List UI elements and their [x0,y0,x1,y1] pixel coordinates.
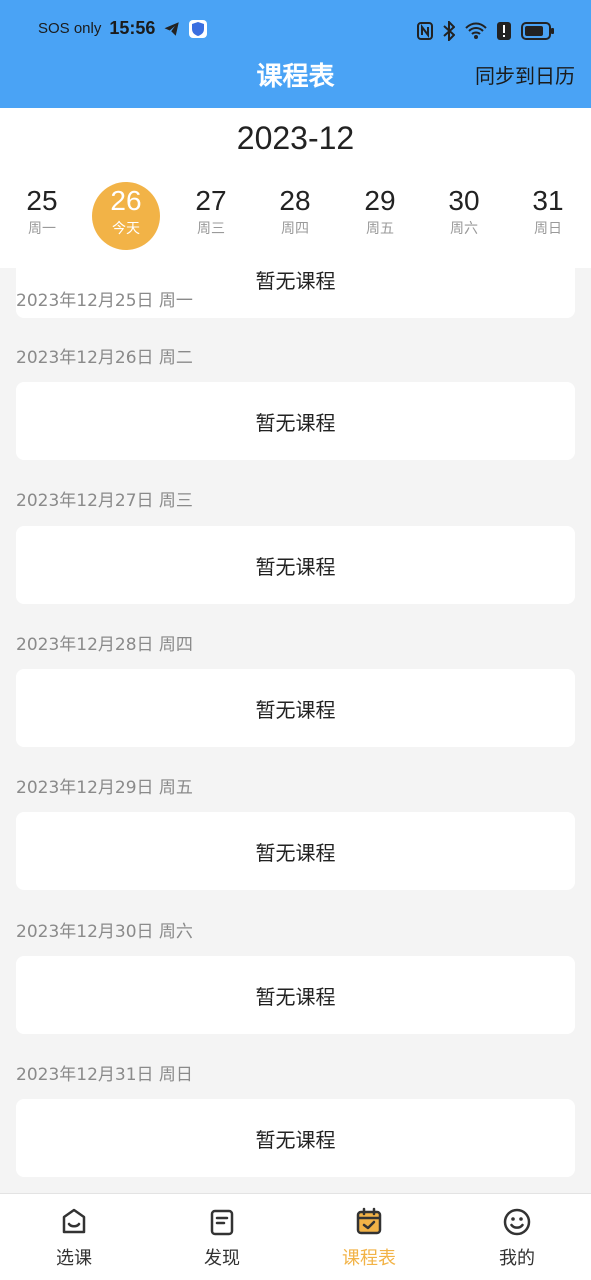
tab-discover[interactable]: 发现 [162,1206,282,1270]
alert-icon [497,22,511,40]
empty-course-text: 暂无课程 [255,697,336,722]
clock-text: 15:56 [109,18,156,38]
day-cell[interactable]: 31 周日 [514,182,582,250]
tab-label: 我的 [499,1248,535,1269]
status-bar: SOS only 15:56 [0,18,591,48]
telegram-icon [164,21,180,36]
empty-course-text: 暂无课程 [255,840,336,865]
empty-course-text: 暂无课程 [255,1127,336,1152]
carrier-text: SOS only [38,20,102,37]
tab-label: 课程表 [342,1248,396,1269]
day-weekday: 周五 [366,221,394,237]
empty-course-text: 暂无课程 [255,984,336,1009]
day-weekday: 周日 [534,221,562,237]
day-number: 29 [364,185,396,216]
day-cell[interactable]: 25 周一 [8,182,76,250]
day-number: 26 [110,185,142,216]
schedule-date-header: 2023年12月26日 周二 [16,348,193,368]
empty-course-card: 暂无课程 [16,812,575,890]
schedule-date-header: 2023年12月28日 周四 [16,635,193,655]
day-weekday: 今天 [112,221,140,237]
battery-icon [521,22,554,40]
day-number: 25 [26,185,58,216]
empty-course-card: 暂无课程 [16,526,575,604]
bluetooth-icon [443,21,455,41]
day-number: 30 [448,185,480,216]
day-number: 31 [532,185,564,216]
day-cell[interactable]: 29 周五 [346,182,414,250]
tab-label: 选课 [56,1248,92,1269]
tab-label: 发现 [204,1248,240,1269]
schedule-date-header: 2023年12月25日 周一 [16,291,193,311]
calendar-check-icon [356,1207,382,1235]
schedule-date-header: 2023年12月31日 周日 [16,1065,193,1085]
day-selector: 25 周一 26 今天 27 周三 28 周四 29 周五 30 周六 31 周… [0,182,591,254]
day-number: 28 [279,185,311,216]
calendar-strip: 2023-12 25 周一 26 今天 27 周三 28 周四 29 周五 30… [0,108,591,268]
day-cell[interactable]: 27 周三 [177,182,245,250]
sync-calendar-button[interactable]: 同步到日历 [475,60,575,89]
nfc-icon [417,22,433,40]
discover-icon [210,1209,234,1236]
day-weekday: 周一 [28,221,56,237]
day-weekday: 周四 [281,221,309,237]
empty-course-text: 暂无课程 [255,410,336,435]
wifi-icon [465,22,487,39]
day-number: 27 [195,185,227,216]
empty-course-text: 暂无课程 [255,554,336,579]
day-cell[interactable]: 30 周六 [430,182,498,250]
day-cell-today[interactable]: 26 今天 [92,182,160,250]
day-cell[interactable]: 28 周四 [261,182,329,250]
empty-course-card: 暂无课程 [16,1099,575,1177]
empty-course-text: 暂无课程 [255,268,336,293]
tab-mine[interactable]: 我的 [457,1206,577,1270]
schedule-date-header: 2023年12月27日 周三 [16,491,193,511]
course-select-icon [62,1208,86,1234]
tab-course-select[interactable]: 选课 [14,1206,134,1270]
empty-course-card: 暂无课程 [16,382,575,460]
day-weekday: 周六 [450,221,478,237]
month-label: 2023-12 [236,120,355,156]
schedule-date-header: 2023年12月29日 周五 [16,778,193,798]
schedule-list[interactable]: 暂无课程 2023年12月25日 周一 2023年12月26日 周二 暂无课程 … [0,268,591,1193]
empty-course-card: 暂无课程 [16,669,575,747]
smile-icon [503,1208,531,1236]
shield-icon [189,19,208,38]
empty-course-card: 暂无课程 [16,956,575,1034]
day-weekday: 周三 [197,221,225,237]
bottom-nav: 选课 发现 课程表 我的 [0,1193,591,1280]
tab-schedule[interactable]: 课程表 [309,1206,429,1270]
app-header: SOS only 15:56 课程表 同步到日历 [0,0,591,108]
schedule-date-header: 2023年12月30日 周六 [16,922,193,942]
